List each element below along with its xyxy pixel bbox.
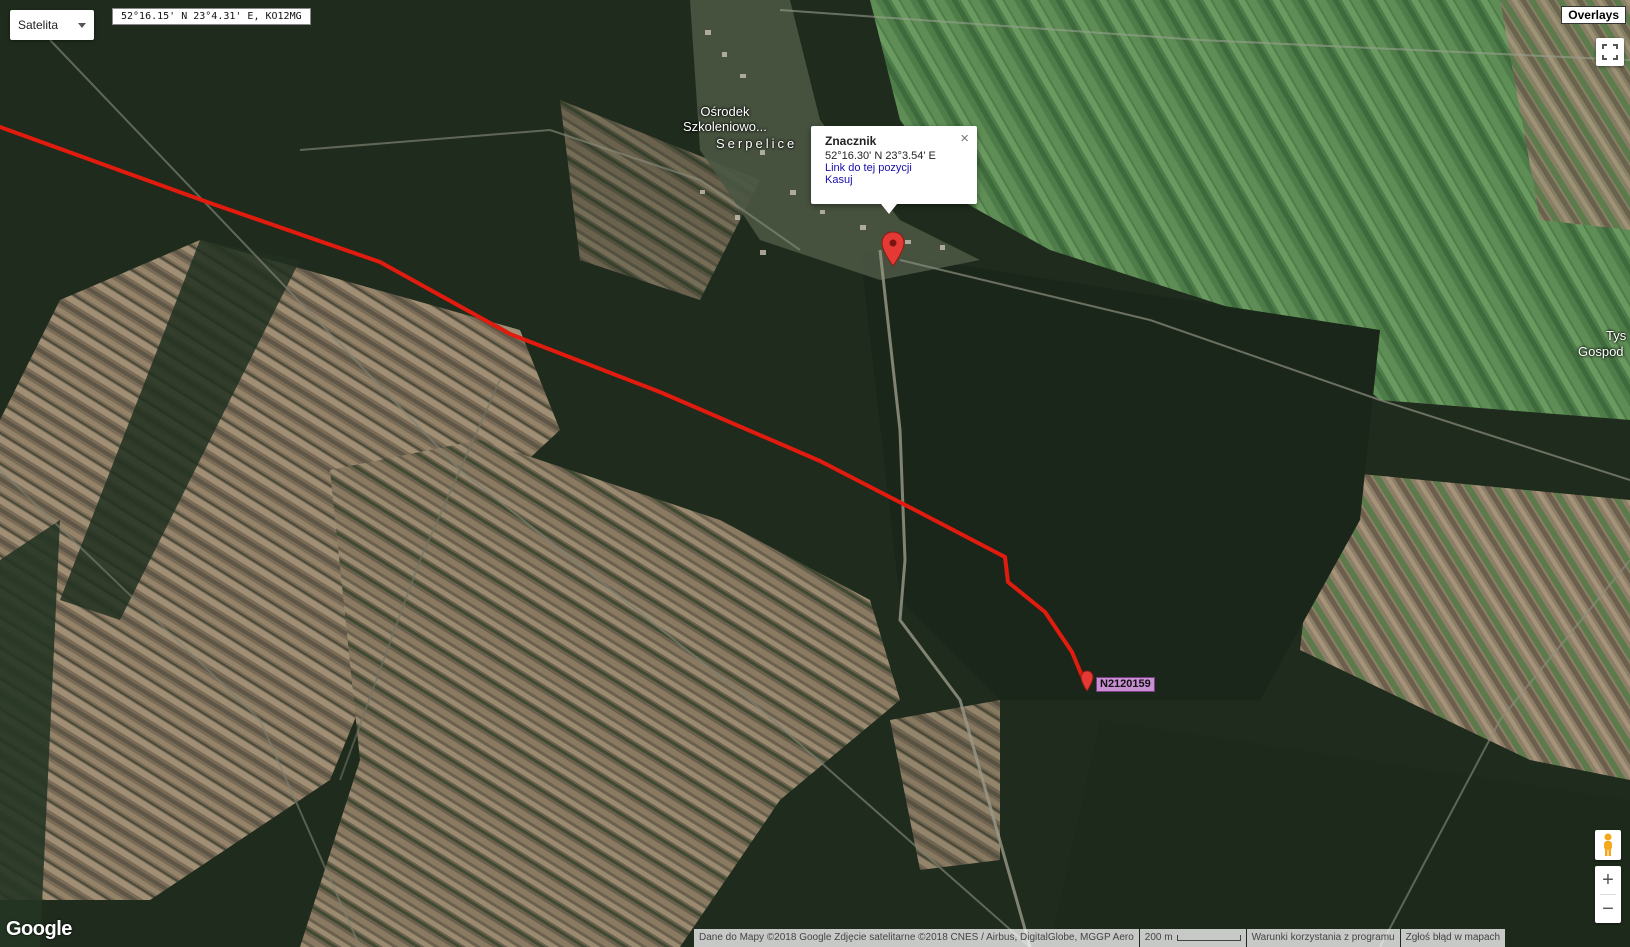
place-label-gospod: Gospod <box>1578 344 1624 359</box>
popup-title: Znacznik <box>825 134 877 148</box>
terms-link[interactable]: Warunki korzystania z programu <box>1246 929 1400 947</box>
marker-info-window: × Znacznik 52°16.30' N 23°3.54' E Link d… <box>811 126 977 214</box>
overlays-button[interactable]: Overlays <box>1561 6 1626 24</box>
map-canvas[interactable]: N2120159 Ośrodek Szkoleniowo... Serpelic… <box>0 0 1630 947</box>
link-to-position[interactable]: Link do tej pozycji <box>825 162 963 174</box>
fullscreen-icon <box>1602 44 1618 60</box>
street-view-pegman[interactable] <box>1595 830 1621 860</box>
place-label-line: Ośrodek <box>700 104 750 119</box>
pegman-icon <box>1604 833 1612 856</box>
cursor-coordinates: 52°16.15' N 23°4.31' E, KO12MG <box>112 8 311 25</box>
map-footer: Dane do Mapy ©2018 Google Zdjęcie sateli… <box>694 929 1506 947</box>
close-icon[interactable]: × <box>960 130 969 147</box>
map-attribution: Dane do Mapy ©2018 Google Zdjęcie sateli… <box>694 929 1139 947</box>
zoom-control: + − <box>1595 866 1621 923</box>
chevron-down-icon <box>78 23 86 28</box>
place-label-osrodek: Ośrodek Szkoleniowo... <box>683 104 767 134</box>
zoom-in-button[interactable]: + <box>1595 866 1621 894</box>
place-label-line: Szkoleniowo... <box>683 119 767 134</box>
google-logo[interactable]: Google <box>6 918 72 941</box>
waypoint-label[interactable]: N2120159 <box>1096 677 1155 692</box>
scale-bar[interactable]: 200 m <box>1139 929 1246 947</box>
place-label-tys: Tys <box>1606 328 1627 343</box>
map-type-label: Satelita <box>18 18 59 32</box>
place-label-serpelice: Serpelice <box>716 136 798 151</box>
map-type-select[interactable]: Satelita <box>10 10 94 40</box>
popup-coordinates: 52°16.30' N 23°3.54' E <box>825 150 936 162</box>
zoom-out-button[interactable]: − <box>1595 895 1621 923</box>
gps-route-line <box>0 125 1089 690</box>
scale-label: 200 m <box>1144 932 1173 943</box>
report-error-link[interactable]: Zgłoś błąd w mapach <box>1400 929 1506 947</box>
fullscreen-button[interactable] <box>1596 38 1624 66</box>
scale-bar-graphic <box>1176 935 1241 941</box>
waypoint-pin-icon[interactable] <box>1080 670 1094 692</box>
marker-pin-icon[interactable] <box>881 231 905 267</box>
delete-marker-link[interactable]: Kasuj <box>825 174 963 186</box>
